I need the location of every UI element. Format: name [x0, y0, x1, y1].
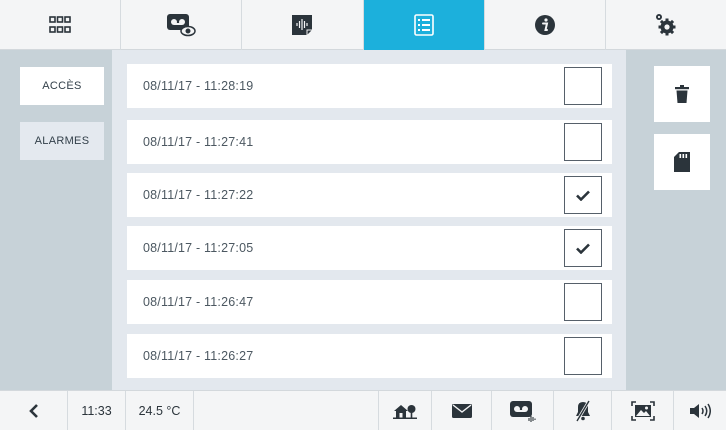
clock: 11:33 [68, 391, 126, 430]
voicemail-button[interactable] [492, 391, 554, 430]
list-item-timestamp: 08/11/17 - 11:27:41 [143, 135, 254, 149]
home-status-button[interactable] [378, 391, 432, 430]
tab-info[interactable] [485, 0, 606, 50]
messages-button[interactable] [432, 391, 492, 430]
settings-gears-icon [655, 14, 676, 36]
list-item: 08/11/17 - 11:27:41 [127, 120, 612, 164]
select-checkbox[interactable] [564, 67, 602, 105]
checkmark-icon [576, 243, 590, 254]
list-item-timestamp: 08/11/17 - 11:28:19 [143, 79, 254, 93]
temperature: 24.5 °C [126, 391, 194, 430]
list-icon [413, 14, 434, 36]
tab-audio-messages[interactable] [242, 0, 364, 50]
tab-event-list[interactable] [363, 0, 485, 50]
alarm-list: 08/11/17 - 11:28:19 08/11/17 - 11:27:41 … [112, 50, 626, 390]
list-item: 08/11/17 - 11:27:05 [127, 226, 612, 270]
select-checkbox[interactable] [564, 283, 602, 321]
home-trees-icon [393, 405, 417, 419]
status-bar: 11:33 24.5 °C [0, 390, 726, 430]
action-sidebar [626, 50, 726, 390]
sidebar-item-label: ALARMES [34, 135, 90, 147]
trash-icon [675, 85, 689, 103]
temperature-value: 24.5 °C [138, 404, 181, 418]
mute-bell-icon [575, 400, 590, 422]
select-checkbox[interactable] [564, 229, 602, 267]
list-item: 08/11/17 - 11:26:47 [127, 280, 612, 324]
checkmark-icon [576, 190, 590, 201]
sidebar-item-alarmes[interactable]: ALARMES [20, 122, 104, 160]
grid-icon [49, 16, 71, 33]
sd-card-icon [674, 152, 690, 172]
list-item: 08/11/17 - 11:26:27 [127, 334, 612, 378]
volume-icon [690, 403, 711, 419]
top-tab-bar [0, 0, 726, 50]
audio-message-icon [292, 15, 313, 35]
gallery-button[interactable] [612, 391, 674, 430]
tab-settings[interactable] [606, 0, 726, 50]
list-item-timestamp: 08/11/17 - 11:27:05 [143, 241, 254, 255]
select-checkbox[interactable] [564, 176, 602, 214]
list-item-timestamp: 08/11/17 - 11:27:22 [143, 188, 254, 202]
select-checkbox[interactable] [564, 123, 602, 161]
clock-time: 11:33 [81, 404, 112, 418]
list-item-timestamp: 08/11/17 - 11:26:27 [143, 349, 254, 363]
voicemail-view-icon [167, 14, 196, 37]
category-sidebar: ACCÈS ALARMES [0, 50, 112, 390]
tab-menu[interactable] [0, 0, 122, 50]
volume-button[interactable] [674, 391, 726, 430]
select-checkbox[interactable] [564, 337, 602, 375]
back-icon [28, 404, 38, 418]
tab-voicemail-view[interactable] [121, 0, 243, 50]
mail-icon [451, 404, 472, 418]
list-item: 08/11/17 - 11:27:22 [127, 173, 612, 217]
delete-button[interactable] [654, 66, 710, 122]
info-icon [534, 15, 555, 35]
save-to-sd-button[interactable] [654, 134, 710, 190]
voicemail-audio-icon [509, 401, 536, 422]
sidebar-item-acces[interactable]: ACCÈS [20, 67, 104, 105]
list-item-timestamp: 08/11/17 - 11:26:47 [143, 295, 254, 309]
back-button[interactable] [0, 391, 68, 430]
gallery-icon [630, 401, 655, 421]
mute-button[interactable] [554, 391, 612, 430]
list-item: 08/11/17 - 11:28:19 [127, 64, 612, 108]
sidebar-item-label: ACCÈS [42, 80, 82, 92]
